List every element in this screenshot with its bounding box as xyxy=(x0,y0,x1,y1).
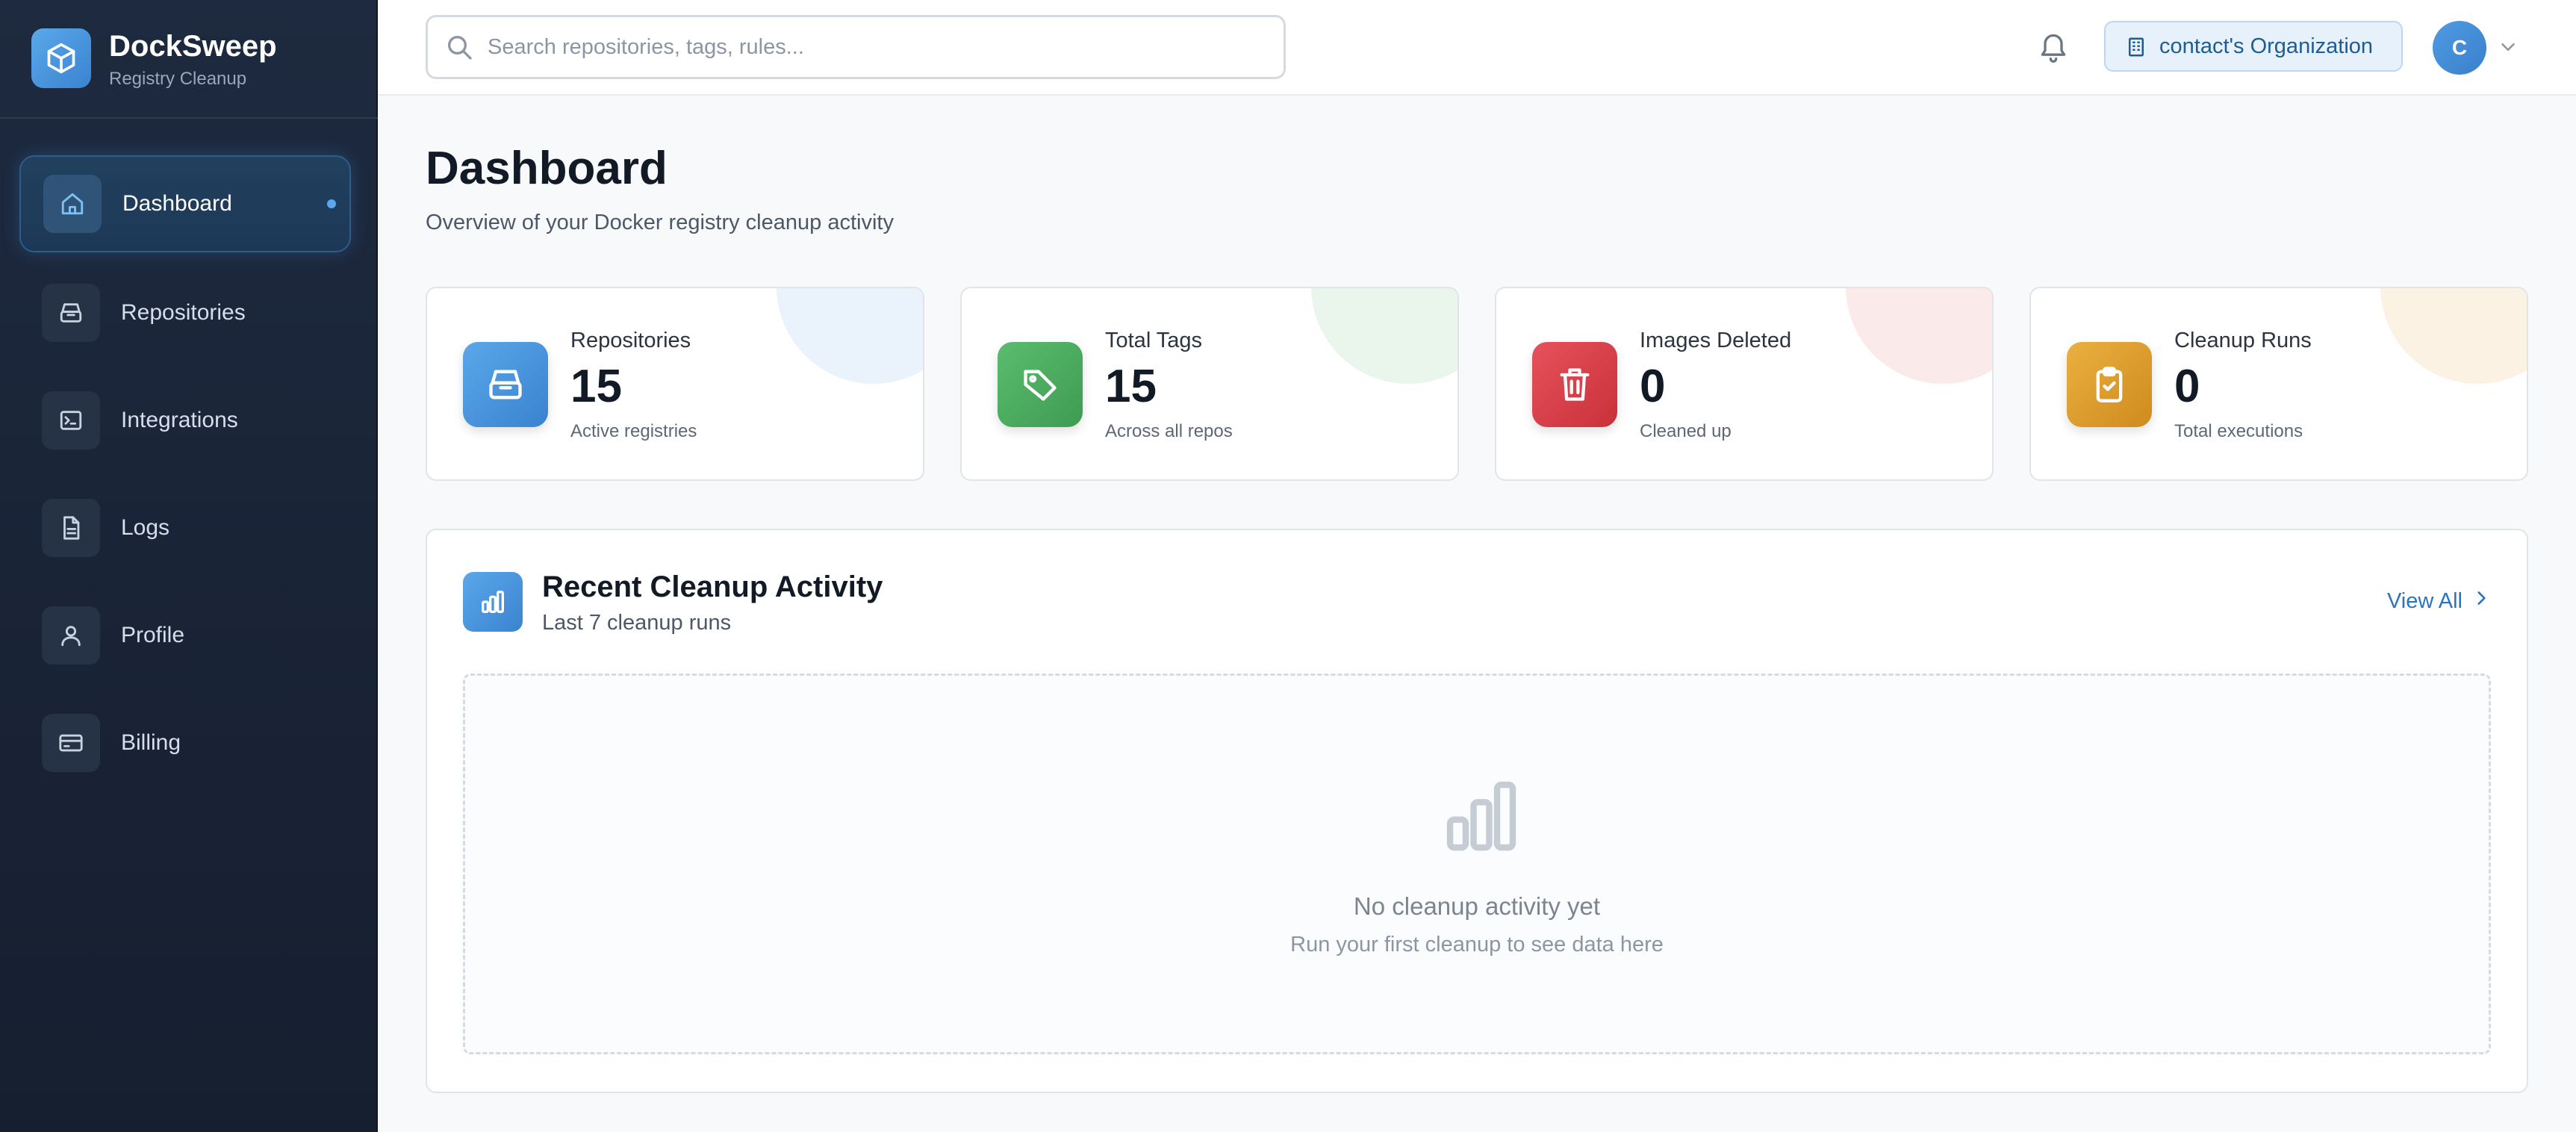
stat-caption: Total executions xyxy=(2174,421,2303,441)
sidebar-item-billing[interactable]: Billing xyxy=(19,694,351,792)
sidebar-item-label: Billing xyxy=(121,730,181,755)
file-text-icon xyxy=(42,499,100,557)
archive-icon xyxy=(42,284,100,342)
clipboard-check-icon xyxy=(2067,342,2152,427)
stat-value: 0 xyxy=(2174,361,2200,412)
stat-label: Repositories xyxy=(570,329,691,352)
decorative-circle xyxy=(777,288,923,384)
building-icon xyxy=(2125,36,2147,62)
recent-activity-panel: Recent Cleanup Activity Last 7 cleanup r… xyxy=(426,529,2528,1093)
sidebar-item-label: Dashboard xyxy=(122,191,232,216)
empty-state-title: No cleanup activity yet xyxy=(1353,892,1601,920)
bar-chart-icon xyxy=(463,572,523,632)
stat-label: Images Deleted xyxy=(1640,329,1792,352)
brand: DockSweep Registry Cleanup xyxy=(0,0,378,119)
stat-card-cleanup-runs: Cleanup Runs 0 Total executions xyxy=(2029,287,2528,481)
terminal-icon xyxy=(42,391,100,450)
empty-state: No cleanup activity yet Run your first c… xyxy=(463,674,2491,1054)
brand-name: DockSweep xyxy=(109,30,277,63)
sidebar-item-label: Logs xyxy=(121,515,170,540)
home-icon xyxy=(43,175,102,233)
page-title: Dashboard xyxy=(426,143,668,194)
active-indicator-dot xyxy=(327,199,336,208)
sidebar-item-label: Integrations xyxy=(121,408,238,432)
stat-card-total-tags: Total Tags 15 Across all repos xyxy=(960,287,1459,481)
search-icon xyxy=(444,32,474,66)
cube-logo-icon xyxy=(31,28,91,88)
bell-icon[interactable] xyxy=(2032,27,2074,69)
stat-label: Total Tags xyxy=(1105,329,1203,352)
stat-value: 15 xyxy=(1105,361,1157,412)
stat-caption: Cleaned up xyxy=(1640,421,1732,441)
user-icon xyxy=(42,606,100,665)
sidebar-item-label: Profile xyxy=(121,623,185,647)
app-root: DockSweep Registry Cleanup Dashboard Rep… xyxy=(0,0,2576,1132)
sidebar-item-dashboard[interactable]: Dashboard xyxy=(19,155,351,252)
empty-state-subtitle: Run your first cleanup to see data here xyxy=(1290,933,1664,957)
stat-card-images-deleted: Images Deleted 0 Cleaned up xyxy=(1495,287,1994,481)
sidebar-item-profile[interactable]: Profile xyxy=(19,587,351,684)
stat-caption: Across all repos xyxy=(1105,421,1233,441)
sidebar-item-label: Repositories xyxy=(121,300,246,325)
avatar[interactable]: C xyxy=(2433,21,2486,75)
search-input[interactable] xyxy=(488,28,1264,66)
tag-icon xyxy=(998,342,1083,427)
trash-icon xyxy=(1532,342,1617,427)
stat-label: Cleanup Runs xyxy=(2174,329,2312,352)
organization-label: contact's Organization xyxy=(2159,34,2374,58)
chevron-down-icon[interactable] xyxy=(2497,36,2519,62)
stat-caption: Active registries xyxy=(570,421,697,441)
organization-switcher[interactable]: contact's Organization xyxy=(2104,21,2403,72)
top-bar: contact's Organization C xyxy=(378,0,2576,96)
decorative-circle xyxy=(1311,288,1457,384)
sidebar: DockSweep Registry Cleanup Dashboard Rep… xyxy=(0,0,378,1132)
archive-icon xyxy=(463,342,548,427)
search-box xyxy=(426,15,1286,79)
sidebar-item-integrations[interactable]: Integrations xyxy=(19,372,351,469)
view-all-label: View All xyxy=(2386,588,2463,613)
credit-card-icon xyxy=(42,714,100,772)
stat-value: 0 xyxy=(1640,361,1666,412)
chevron-right-icon xyxy=(2471,588,2491,614)
page-subtitle: Overview of your Docker registry cleanup… xyxy=(426,211,894,234)
bar-chart-icon xyxy=(1440,774,1523,862)
decorative-circle xyxy=(2380,288,2527,384)
view-all-link[interactable]: View All xyxy=(2387,588,2491,614)
decorative-circle xyxy=(1846,288,1992,384)
stat-value: 15 xyxy=(570,361,622,412)
sidebar-item-repositories[interactable]: Repositories xyxy=(19,264,351,361)
section-subtitle: Last 7 cleanup runs xyxy=(542,611,732,635)
brand-subtitle: Registry Cleanup xyxy=(109,69,247,89)
stat-card-repositories: Repositories 15 Active registries xyxy=(426,287,924,481)
sidebar-item-logs[interactable]: Logs xyxy=(19,479,351,576)
section-title: Recent Cleanup Activity xyxy=(542,570,883,603)
